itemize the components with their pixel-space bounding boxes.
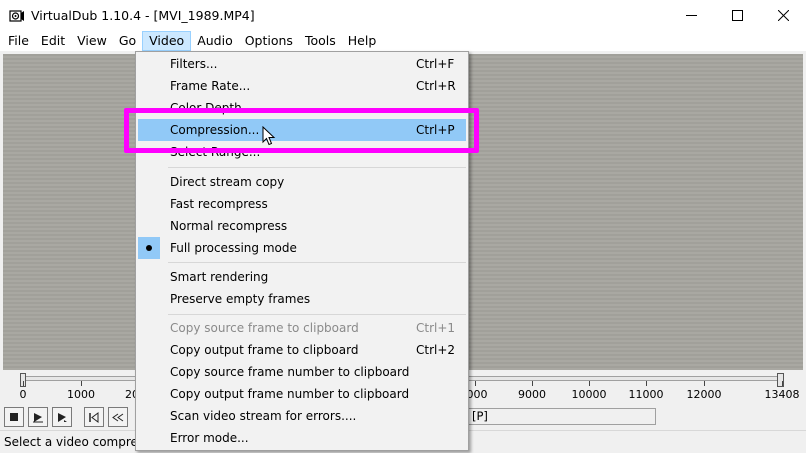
menu-audio[interactable]: Audio [191,31,239,51]
menu-tools[interactable]: Tools [299,31,342,51]
window-controls [668,0,806,31]
menu-options[interactable]: Options [239,31,299,51]
prev-keyframe-button[interactable] [108,407,128,427]
timeline-tick [81,381,82,386]
menu-video[interactable]: Video [142,31,192,51]
mouse-cursor-icon [262,126,276,146]
menu-item-label: Copy source frame number to clipboard [170,365,410,379]
menu-item-smart-rendering[interactable]: Smart rendering [138,266,466,288]
timeline-tick-label: 1000 [67,388,95,401]
minimize-icon [685,15,697,16]
radio-bullet-icon [138,237,160,259]
frame-readout: 0 [P] [452,408,656,425]
play-output-icon [58,413,67,422]
timeline-tick-label: 12000 [686,388,722,401]
play-input-button[interactable] [28,407,48,427]
timeline-tick [589,381,590,386]
menu-item-label: Scan video stream for errors.... [170,409,357,423]
highlight-annotation [124,108,479,153]
timeline-tick [23,381,24,386]
menu-bar: File Edit View Go Video Audio Options To… [0,31,806,51]
timeline-tick-label: 10000 [571,388,607,401]
menu-item-label: Direct stream copy [170,175,285,189]
timeline-tick [646,381,647,386]
menu-item-label: Normal recompress [170,219,288,233]
menu-item-fast-recompress[interactable]: Fast recompress [138,193,466,215]
play-input-icon [33,413,43,423]
timeline-tick-label: 13408 [764,388,800,401]
menu-item-filters[interactable]: Filters... Ctrl+F [138,53,466,75]
menu-file[interactable]: File [2,31,35,51]
menu-item-label: Copy output frame to clipboard [170,343,359,357]
menu-separator [168,262,466,263]
menu-item-frame-rate[interactable]: Frame Rate... Ctrl+R [138,75,466,97]
timeline-tick [704,381,705,386]
menu-item-direct-stream-copy[interactable]: Direct stream copy [138,171,466,193]
menu-separator [168,314,466,315]
timeline-tick-label: 000 [466,388,488,401]
menu-item-preserve-empty-frames[interactable]: Preserve empty frames [138,288,466,310]
menu-item-full-processing-mode[interactable]: Full processing mode [138,237,466,259]
stop-button[interactable] [4,407,24,427]
close-button[interactable] [760,0,806,31]
start-icon [89,412,99,423]
menu-view[interactable]: View [71,31,113,51]
timeline-tick-label: 0 [19,388,27,401]
menu-item-copy-output-frame[interactable]: Copy output frame to clipboard Ctrl+2 [138,339,466,361]
timeline-tick-label: 9000 [518,388,546,401]
menu-item-label: Copy output frame number to clipboard [170,387,410,401]
play-output-button[interactable] [52,407,72,427]
close-icon [777,10,789,21]
minimize-button[interactable] [668,0,714,31]
menu-item-label: Preserve empty frames [170,292,311,306]
timeline-tick [532,381,533,386]
menu-item-shortcut: Ctrl+1 [416,321,456,335]
menu-item-normal-recompress[interactable]: Normal recompress [138,215,466,237]
menu-item-shortcut: Ctrl+F [416,57,455,71]
film-reel-icon[interactable] [9,8,25,24]
stop-icon [10,413,18,421]
timeline-tick-label: 11000 [628,388,664,401]
menu-item-copy-output-frame-number[interactable]: Copy output frame number to clipboard [138,383,466,405]
menu-go[interactable]: Go [113,31,142,51]
title-bar: VirtualDub 1.10.4 - [MVI_1989.MP4] [0,0,806,31]
menu-item-label: Error mode... [170,431,249,445]
menu-item-copy-source-frame[interactable]: Copy source frame to clipboard Ctrl+1 [138,317,466,339]
menu-item-copy-source-frame-number[interactable]: Copy source frame number to clipboard [138,361,466,383]
menu-item-shortcut: Ctrl+2 [416,343,456,357]
menu-item-label: Filters... [170,57,218,71]
maximize-button[interactable] [714,0,760,31]
menu-item-label: Smart rendering [170,270,269,284]
menu-help[interactable]: Help [342,31,383,51]
menu-item-scan-video-stream[interactable]: Scan video stream for errors.... [138,405,466,427]
prev-keyframe-icon [112,413,124,422]
window-title: VirtualDub 1.10.4 - [MVI_1989.MP4] [31,8,255,23]
menu-item-label: Frame Rate... [170,79,251,93]
menu-item-error-mode[interactable]: Error mode... [138,427,466,449]
menu-separator [168,167,466,168]
timeline-tick [782,381,783,386]
menu-item-label: Copy source frame to clipboard [170,321,359,335]
menu-item-label: Fast recompress [170,197,268,211]
menu-item-shortcut: Ctrl+R [416,79,456,93]
menu-edit[interactable]: Edit [35,31,71,51]
menu-item-label: Full processing mode [170,241,297,255]
start-button[interactable] [84,407,104,427]
maximize-icon [731,10,743,21]
timeline-tick [475,381,476,386]
